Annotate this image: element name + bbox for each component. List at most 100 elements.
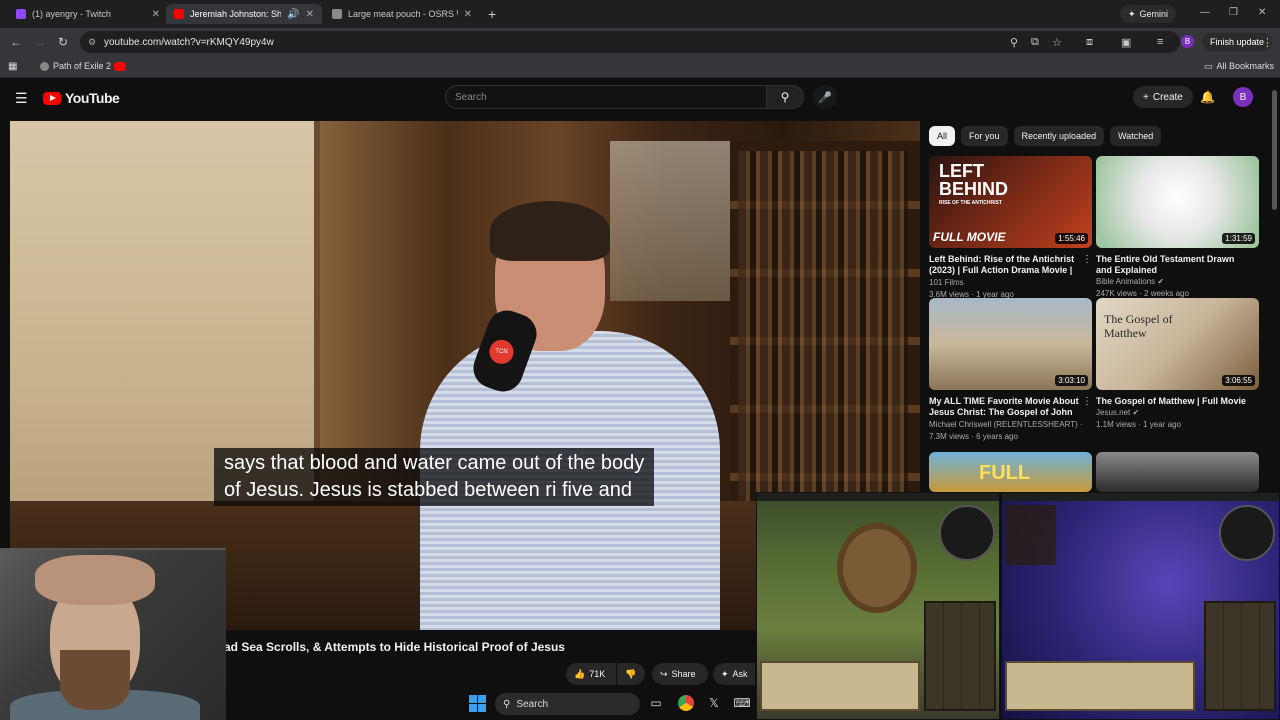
- logo-text: YouTube: [65, 90, 120, 106]
- thumbnail[interactable]: 3:03:10: [929, 298, 1092, 390]
- thumbnail[interactable]: [1096, 452, 1259, 492]
- x-app-icon[interactable]: 𝕏: [706, 695, 722, 711]
- tab-youtube[interactable]: Jeremiah Johnston: Shroud 🔊 ✕: [166, 4, 322, 24]
- search-icon: ⚲: [503, 698, 511, 710]
- close-icon[interactable]: ✕: [464, 9, 472, 20]
- back-icon[interactable]: ←: [10, 35, 22, 49]
- thumbnail[interactable]: 1:31:59: [1096, 156, 1259, 248]
- filter-chips: All For you Recently uploaded Watched: [929, 126, 1162, 146]
- game-chatbox[interactable]: [760, 661, 920, 711]
- video-title[interactable]: Left Behind: Rise of the Antichrist (202…: [929, 254, 1092, 277]
- recommendation-card[interactable]: LEFT BEHIND RISE OF THE ANTICHRIST FULL …: [929, 156, 1092, 301]
- share-button[interactable]: ↪ Share: [652, 663, 708, 685]
- terminal-icon[interactable]: ⌨: [733, 695, 750, 711]
- youtube-bookmark-icon[interactable]: [114, 62, 126, 71]
- game-minimap[interactable]: [1219, 505, 1275, 561]
- forward-icon[interactable]: →: [34, 35, 46, 49]
- search-input[interactable]: Search: [445, 85, 767, 109]
- voice-search-button[interactable]: 🎤: [813, 85, 837, 109]
- new-tab-button[interactable]: +: [488, 6, 496, 22]
- like-button[interactable]: 👍 71K: [566, 663, 616, 685]
- youtube-icon: [174, 9, 184, 19]
- reload-icon[interactable]: ↻: [58, 35, 68, 49]
- create-label: Create: [1152, 91, 1183, 103]
- video-title[interactable]: The Entire Old Testament Drawn and Expla…: [1096, 254, 1259, 276]
- chip-for-you[interactable]: For you: [961, 126, 1008, 146]
- speaker-icon[interactable]: 🔊: [287, 9, 299, 20]
- dislike-button[interactable]: 👎: [617, 663, 645, 685]
- close-icon[interactable]: ✕: [306, 9, 314, 20]
- twitch-icon: [16, 9, 26, 19]
- game-chatbox[interactable]: [1005, 661, 1195, 711]
- notifications-bell-icon[interactable]: 🔔: [1200, 90, 1215, 104]
- bookmark-path-of-exile-2[interactable]: Path of Exile 2: [40, 61, 111, 71]
- video-title[interactable]: The Gospel of Matthew | Full Movie: [1096, 396, 1259, 407]
- video-meta: 1.1M views · 1 year ago: [1096, 420, 1181, 429]
- game-titlebar: [1002, 493, 1279, 501]
- bookmark-star-icon[interactable]: ☆: [1052, 36, 1062, 49]
- recommendation-card[interactable]: [1096, 452, 1259, 492]
- game-info-panel: [1006, 505, 1056, 565]
- more-options-icon[interactable]: ⋮: [1082, 254, 1092, 265]
- wiki-icon: [332, 9, 342, 19]
- chip-watched[interactable]: Watched: [1110, 126, 1162, 146]
- game-inventory[interactable]: [924, 601, 996, 711]
- channel-name[interactable]: 101 Films: [929, 277, 1092, 289]
- profile-avatar[interactable]: B: [1181, 35, 1194, 48]
- youtube-logo[interactable]: YouTube: [43, 90, 120, 106]
- recommendation-card[interactable]: 3:03:10 My ALL TIME Favorite Movie About…: [929, 298, 1092, 443]
- install-app-icon[interactable]: ⧉: [1031, 36, 1039, 49]
- tab-twitch[interactable]: (1) ayengry - Twitch ✕: [8, 4, 168, 24]
- taskbar-search[interactable]: ⚲ Search: [495, 693, 640, 715]
- apps-grid-icon[interactable]: ▦: [8, 61, 17, 72]
- side-panel-icon[interactable]: ▣: [1121, 36, 1131, 49]
- channel-name[interactable]: Bible Animations ✔: [1096, 276, 1259, 288]
- thumbnail[interactable]: FULL: [929, 452, 1092, 492]
- thumb-text: FULL: [979, 462, 1031, 484]
- channel-name[interactable]: Michael Chriswell (RELENTLESSHEART) ·: [929, 419, 1092, 431]
- gemini-button[interactable]: ✦ Gemini: [1120, 5, 1177, 23]
- close-window-icon[interactable]: ✕: [1258, 7, 1266, 18]
- zoom-icon[interactable]: ⚲: [1010, 36, 1018, 49]
- windows-start-icon[interactable]: [469, 695, 486, 712]
- minimize-icon[interactable]: —: [1200, 7, 1210, 18]
- game-minimap[interactable]: [939, 505, 995, 561]
- thumbnail[interactable]: The Gospel of Matthew 3:06:55: [1096, 298, 1259, 390]
- menu-kebab-icon[interactable]: ⋮: [1262, 36, 1273, 49]
- microphone-icon: 🎤: [818, 91, 832, 104]
- game-inventory[interactable]: [1204, 601, 1276, 711]
- taskbar-search-label: Search: [516, 698, 549, 710]
- webcam-hand: [35, 555, 155, 605]
- search-button[interactable]: ⚲: [766, 85, 804, 109]
- site-info-icon[interactable]: ⚙: [88, 37, 96, 48]
- gemini-label: Gemini: [1139, 9, 1169, 19]
- share-label: Share: [671, 669, 696, 679]
- chrome-icon[interactable]: [678, 695, 694, 711]
- recommendation-card[interactable]: FULL: [929, 452, 1092, 492]
- tab-search-icon[interactable]: ≡: [1157, 36, 1163, 48]
- chip-recently-uploaded[interactable]: Recently uploaded: [1013, 126, 1105, 146]
- account-avatar[interactable]: B: [1233, 87, 1253, 107]
- game-window-left[interactable]: [756, 492, 1000, 720]
- youtube-play-icon: [43, 91, 61, 105]
- recommendation-card[interactable]: The Gospel of Matthew 3:06:55 The Gospel…: [1096, 298, 1259, 431]
- game-window-right[interactable]: [1001, 492, 1280, 720]
- more-options-icon[interactable]: ⋮: [1082, 396, 1092, 407]
- recommendation-card[interactable]: 1:31:59 The Entire Old Testament Drawn a…: [1096, 156, 1259, 300]
- restore-icon[interactable]: ❐: [1229, 7, 1238, 18]
- close-icon[interactable]: ✕: [152, 9, 160, 20]
- task-view-icon[interactable]: ▭: [648, 695, 664, 711]
- video-title: ad Sea Scrolls, & Attempts to Hide Histo…: [224, 640, 565, 654]
- all-bookmarks[interactable]: ▭ All Bookmarks: [1204, 61, 1274, 72]
- tab-osrs-wiki[interactable]: Large meat pouch - OSRS Wiki ✕: [324, 4, 480, 24]
- page-scrollbar[interactable]: [1272, 90, 1277, 210]
- extensions-icon[interactable]: ⧈: [1086, 36, 1093, 49]
- create-button[interactable]: + Create: [1133, 86, 1193, 108]
- channel-name[interactable]: Jesus.net ✔: [1096, 407, 1259, 419]
- chip-all[interactable]: All: [929, 126, 956, 146]
- thumb-line-1: LEFT: [939, 161, 984, 181]
- ask-button[interactable]: ✦ Ask: [713, 663, 755, 685]
- video-title[interactable]: My ALL TIME Favorite Movie About Jesus C…: [929, 396, 1092, 419]
- thumbnail[interactable]: LEFT BEHIND RISE OF THE ANTICHRIST FULL …: [929, 156, 1092, 248]
- hamburger-menu-icon[interactable]: ☰: [15, 90, 28, 107]
